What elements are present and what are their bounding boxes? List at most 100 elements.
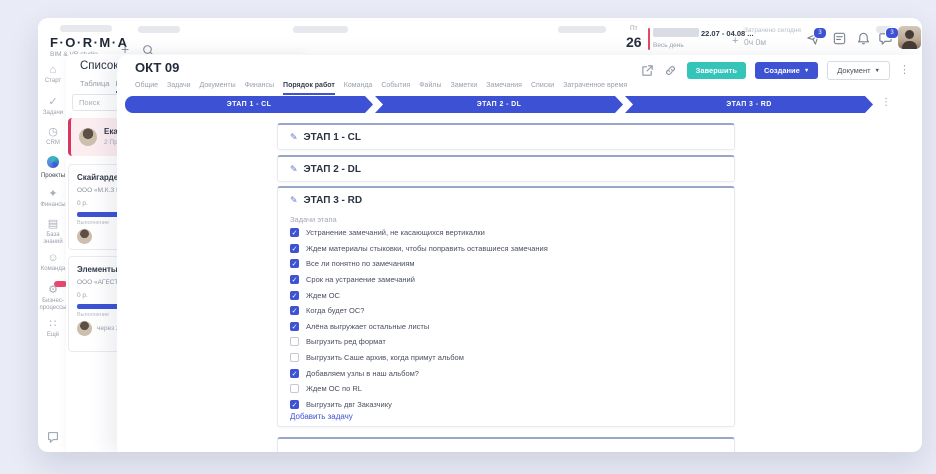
checkbox[interactable] — [290, 399, 299, 409]
chat-icon[interactable]: 3 — [878, 27, 899, 47]
pencil-icon: ✎ — [290, 164, 298, 174]
calendar-day[interactable]: Пт 26 — [626, 25, 642, 50]
sidebar-item-start[interactable]: ⌂ Старт — [38, 64, 68, 85]
stage-segment-2[interactable]: ЭТАП 2 - DL — [375, 96, 623, 113]
send-badge: 3 — [813, 27, 827, 39]
book-icon: ▤ — [47, 218, 59, 230]
grid-icon: ∷ — [49, 318, 57, 330]
redacted-text — [558, 26, 606, 33]
document-dropdown-button[interactable]: Документ ▼ — [827, 61, 890, 80]
check-icon: ✓ — [48, 96, 58, 108]
pencil-icon: ✎ — [290, 195, 298, 205]
progress-label: Выполнение — [77, 220, 110, 226]
notes-icon[interactable] — [832, 31, 848, 47]
project-amount: 0 р. — [77, 200, 88, 207]
day-number: 26 — [626, 33, 642, 50]
help-chat-icon[interactable] — [46, 430, 60, 449]
sidebar-item-team[interactable]: ☺ Команда — [38, 252, 68, 273]
task-row: Устранение замечаний, не касающихся верт… — [290, 225, 724, 241]
page-title: ОКТ 09 — [135, 60, 180, 75]
time-spent-value: 0ч 0м — [744, 37, 767, 47]
list-tab-title[interactable]: Список — [80, 60, 118, 72]
task-row: Ждем ОС по RL — [290, 381, 724, 397]
project-detail-panel: ОКТ 09 Общие Задачи Документы Финансы По… — [117, 55, 922, 452]
checkbox[interactable] — [290, 243, 299, 253]
more-options-icon[interactable]: ⋮ — [899, 62, 910, 79]
user-avatar[interactable] — [898, 26, 921, 49]
app-window: F·O·R·M·A BIM & VR studio + Пт 26 22.07 … — [38, 18, 922, 452]
stage-card-3: ✎ ЭТАП 3 - RD Задачи этапа Устранение за… — [277, 186, 735, 427]
crm-icon: ◷ — [48, 126, 58, 138]
tasks-section-label: Задачи этапа — [290, 215, 337, 224]
bell-icon[interactable] — [856, 31, 872, 47]
checkbox[interactable] — [290, 368, 299, 378]
task-row: Выгрузить ред формат — [290, 334, 724, 350]
finance-icon: ✦ — [48, 188, 58, 200]
tab-spiski[interactable]: Списки — [531, 82, 554, 95]
checkbox[interactable] — [290, 353, 299, 363]
chevron-down-icon: ▼ — [874, 67, 880, 74]
tab-zadachi[interactable]: Задачи — [167, 82, 191, 95]
sidebar-item-finance[interactable]: ✦ Финансы — [38, 188, 68, 209]
avatar — [77, 321, 92, 336]
link-icon[interactable] — [664, 64, 678, 78]
add-time-button[interactable]: + — [732, 35, 738, 47]
redacted-text — [138, 26, 180, 33]
checkbox[interactable] — [290, 384, 299, 394]
chevron-down-icon: ▼ — [803, 67, 810, 74]
tab-finansy[interactable]: Финансы — [245, 82, 274, 95]
tab-obshchie[interactable]: Общие — [135, 82, 158, 95]
stage-more-icon[interactable]: ⋮ — [881, 97, 891, 108]
tab-sobytiya[interactable]: События — [381, 82, 410, 95]
day-abbr: Пт — [629, 25, 638, 32]
checkbox[interactable] — [290, 337, 299, 347]
checkbox[interactable] — [290, 306, 299, 316]
task-row: Выгрузить Саше архив, когда примут альбо… — [290, 350, 724, 366]
sidebar-item-tasks[interactable]: ✓ Задачи — [38, 96, 68, 117]
list-view-tab-table[interactable]: Таблица — [80, 79, 109, 88]
avatar — [79, 128, 97, 146]
tab-fayly[interactable]: Файлы — [419, 82, 441, 95]
sidebar-item-knowledge-base[interactable]: ▤ База знаний — [38, 218, 68, 245]
stage-card-next-partial[interactable] — [277, 437, 735, 452]
chat-badge: 3 — [885, 27, 899, 39]
task-row: Ждем ОС — [290, 287, 724, 303]
checkbox[interactable] — [290, 259, 299, 269]
detail-tabs: Общие Задачи Документы Финансы Порядок р… — [135, 82, 627, 95]
finish-button[interactable]: Завершить — [686, 62, 746, 79]
create-dropdown-button[interactable]: Создание ▼ — [754, 62, 819, 79]
task-row: Алёна выгружает остальные листы — [290, 319, 724, 335]
tab-zametki[interactable]: Заметки — [450, 82, 477, 95]
task-list: Устранение замечаний, не касающихся верт… — [290, 225, 724, 412]
sidebar-item-more[interactable]: ∷ Ещё — [38, 318, 68, 339]
task-row: Ждем материалы стыковки, чтобы поправить… — [290, 241, 724, 257]
sidebar-item-business-processes[interactable]: ⚙ Бизнес-процессы — [38, 281, 68, 311]
checkbox[interactable] — [290, 290, 299, 300]
send-icon[interactable]: 3 — [806, 27, 827, 47]
stage-progress-bar: ЭТАП 1 - CL ЭТАП 2 - DL ЭТАП 3 - RD — [125, 96, 875, 113]
gear-icon: ⚙ — [38, 281, 68, 296]
stage-card-1[interactable]: ✎ ЭТАП 1 - CL — [277, 123, 735, 150]
checkbox[interactable] — [290, 321, 299, 331]
task-row: Срок на устранение замечаний — [290, 272, 724, 288]
tab-zatrachennoe-vremya[interactable]: Затраченное время — [563, 82, 627, 95]
stage-card-2[interactable]: ✎ ЭТАП 2 - DL — [277, 155, 735, 182]
sidebar-item-projects[interactable]: Проекты — [38, 156, 68, 180]
event-color-bar — [648, 28, 650, 50]
stage-segment-3[interactable]: ЭТАП 3 - RD — [625, 96, 873, 113]
checkbox[interactable] — [290, 275, 299, 285]
people-icon: ☺ — [47, 252, 59, 264]
project-amount: 0 р. — [77, 292, 88, 299]
tab-dokumenty[interactable]: Документы — [200, 82, 236, 95]
task-row: Выгрузить двг Заказчику — [290, 397, 724, 413]
external-link-icon[interactable] — [641, 64, 655, 78]
tab-poryadok-rabot[interactable]: Порядок работ — [283, 82, 335, 95]
add-task-link[interactable]: Добавить задачу — [290, 412, 353, 421]
tab-komanda[interactable]: Команда — [344, 82, 373, 95]
checkbox[interactable] — [290, 228, 299, 238]
redacted-text — [293, 26, 348, 33]
sidebar-item-crm[interactable]: ◷ CRM — [38, 126, 68, 147]
time-spent-label: Затрачено сегодня — [744, 27, 801, 34]
stage-segment-1[interactable]: ЭТАП 1 - CL — [125, 96, 373, 113]
tab-zamechaniya[interactable]: Замечания — [486, 82, 522, 95]
